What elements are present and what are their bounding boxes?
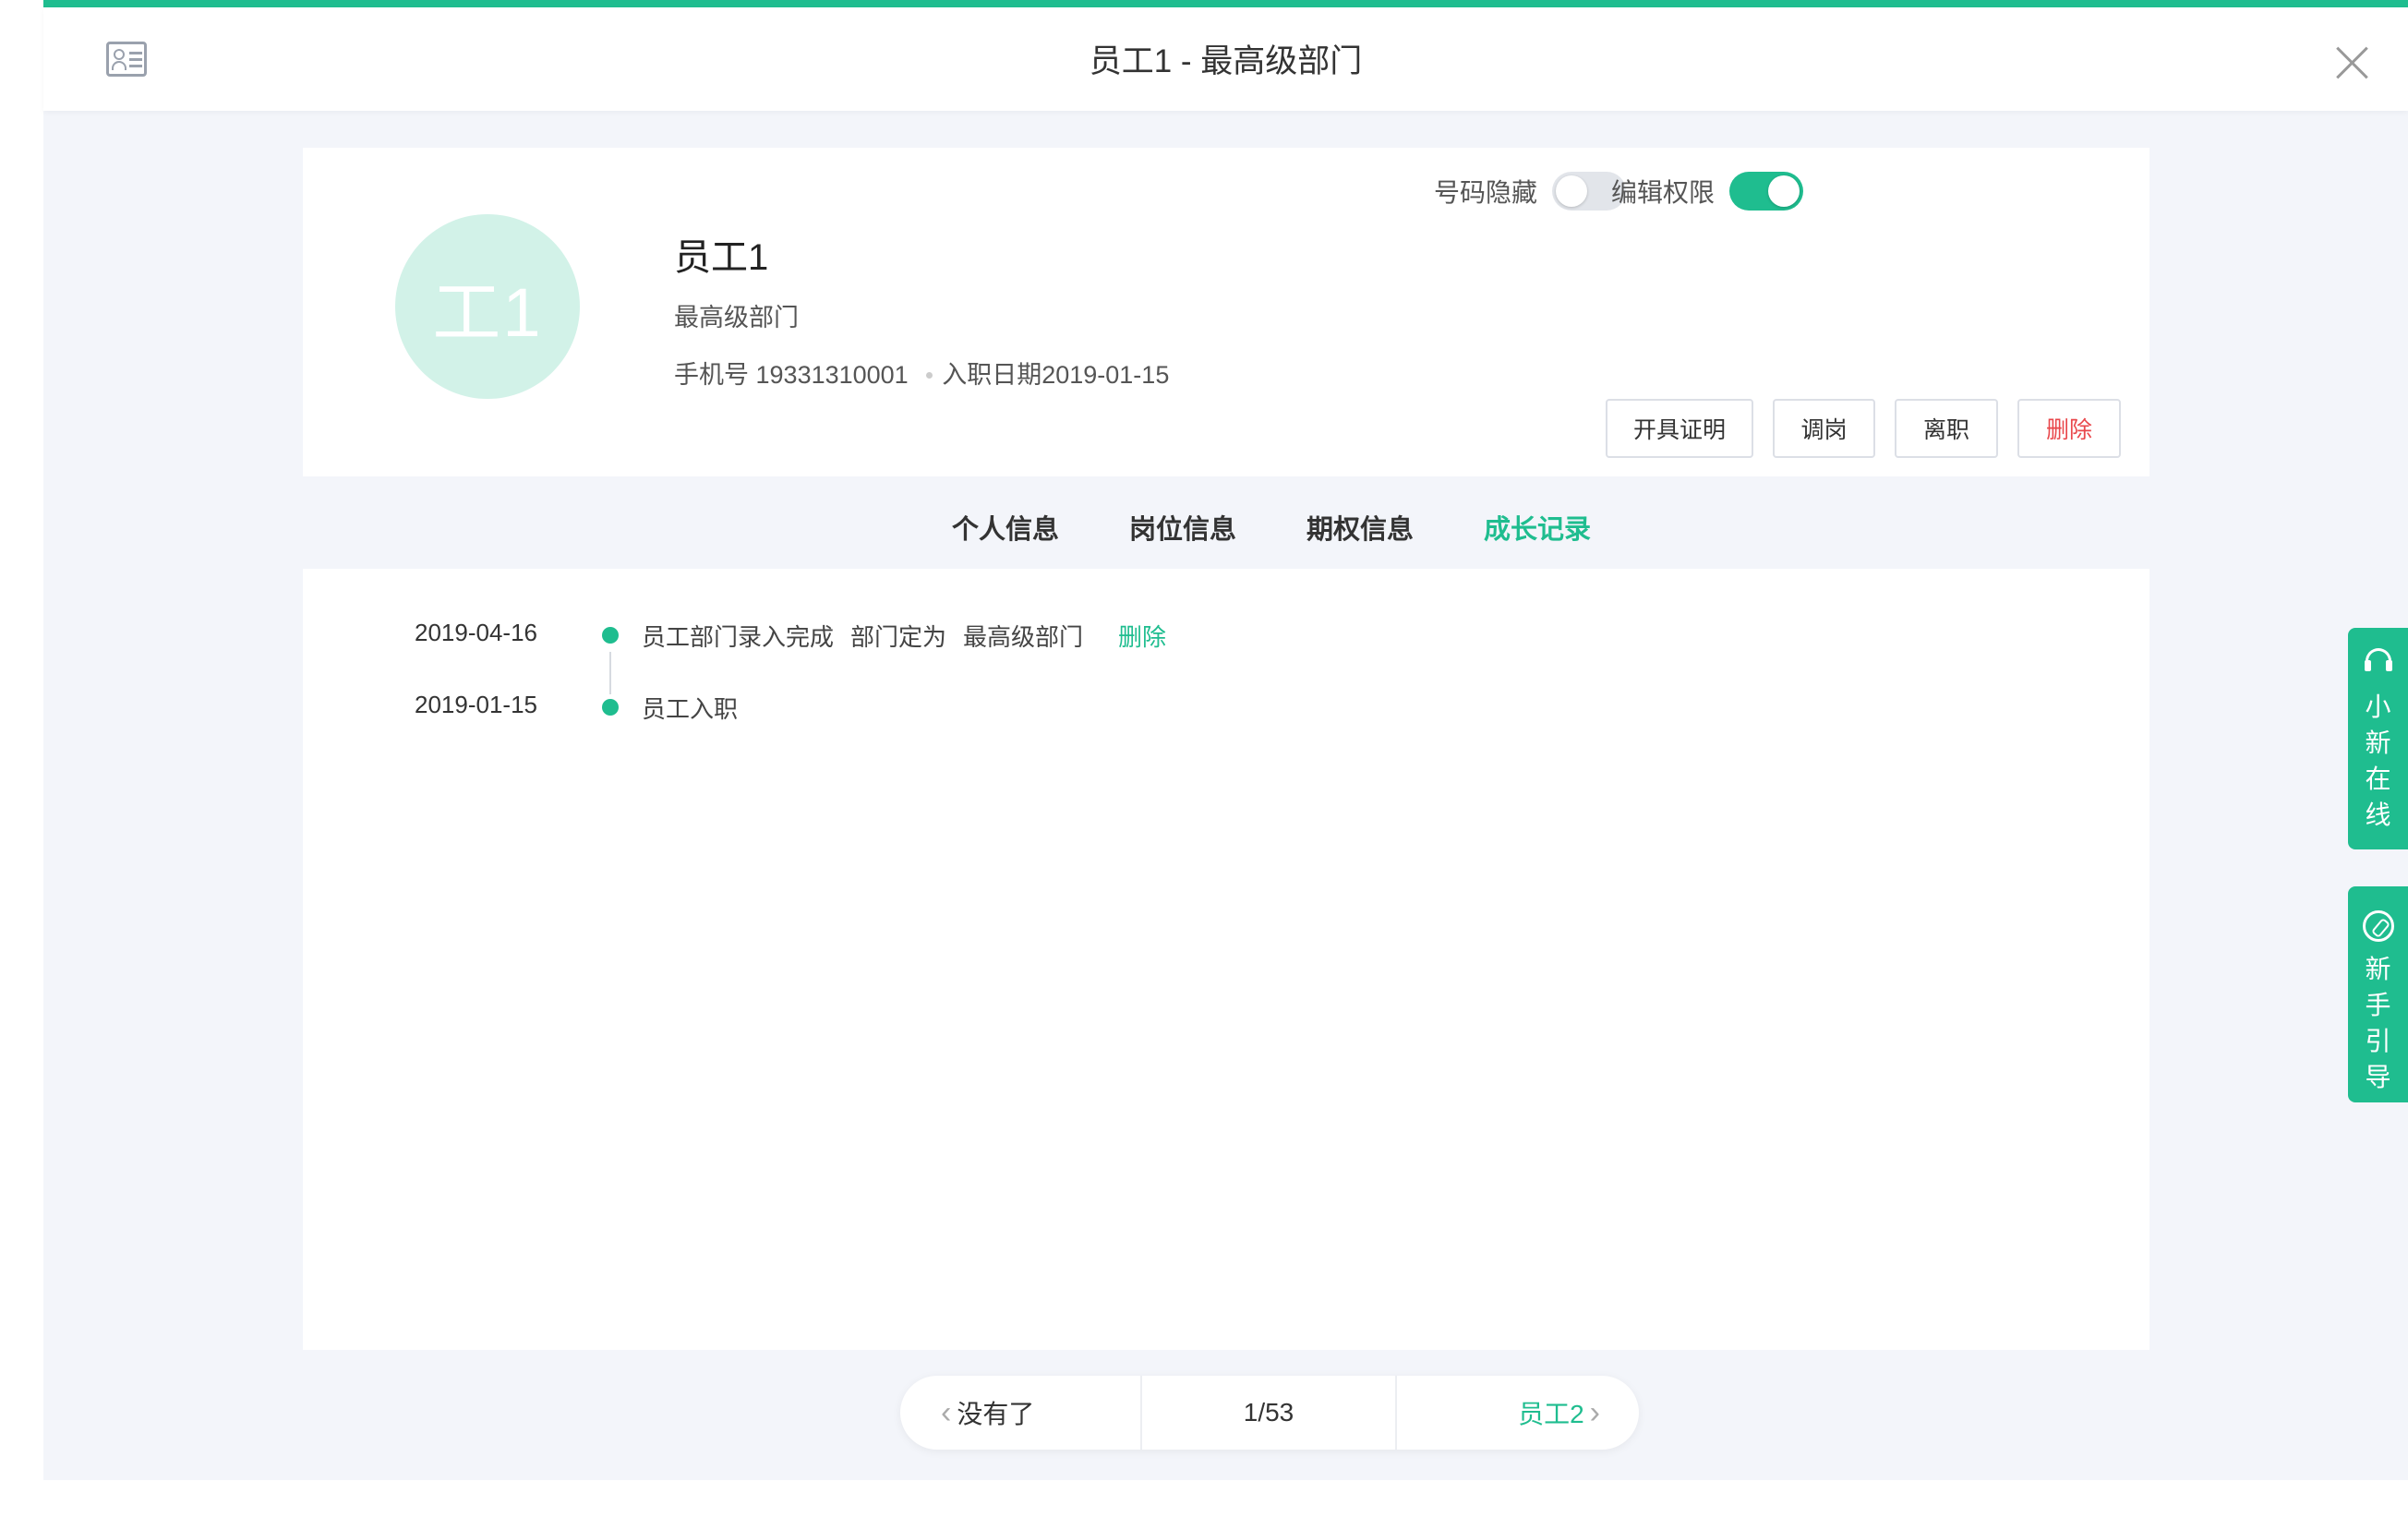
timeline-field: 部门定为 (850, 623, 947, 651)
tab-position-info[interactable]: 岗位信息 (1129, 508, 1236, 547)
pager-next-button[interactable]: 员工2 › (1397, 1376, 1639, 1450)
headset-icon (2364, 648, 2393, 678)
pager-position: 1/53 (1140, 1376, 1397, 1450)
edit-permission-switch[interactable] (1729, 172, 1804, 211)
timeline-date: 2019-04-16 (415, 619, 537, 646)
employee-department: 最高级部门 (674, 304, 799, 331)
hide-number-label: 号码隐藏 (1434, 178, 1538, 207)
beginner-guide-label: 新手引导 (2365, 955, 2391, 1091)
issue-certificate-button[interactable]: 开具证明 (1606, 399, 1753, 458)
timeline-value: 最高级部门 (963, 623, 1084, 651)
chevron-right-icon: › (1589, 1394, 1600, 1430)
delete-employee-button[interactable]: 删除 (2017, 399, 2121, 458)
phone-label: 手机号 (674, 361, 749, 389)
detail-tabs: 个人信息 岗位信息 期权信息 成长记录 (303, 476, 2149, 569)
top-accent-bar (43, 0, 2408, 7)
employee-contact: 手机号 19331310001 入职日期2019-01-15 (674, 355, 1169, 391)
edit-permission-toggle-group-inner: 编辑权限 (1611, 172, 1804, 211)
employee-name: 员工1 (674, 237, 769, 278)
timeline-item: 2019-04-16 员工部门录入完成 部门定为 最高级部门 删除 (303, 615, 2149, 694)
profile-card: 工1 员工1 最高级部门 手机号 19331310001 入职日期2019-01… (303, 148, 2149, 476)
tab-personal-info[interactable]: 个人信息 (952, 508, 1059, 547)
compass-icon (2362, 910, 2394, 942)
tab-growth-record[interactable]: 成长记录 (1484, 508, 1591, 547)
hide-number-toggle-group: 号码隐藏 (1434, 172, 1627, 211)
separator-dot (926, 372, 933, 379)
edit-permission-label: 编辑权限 (1611, 178, 1716, 207)
page-title: 员工1 - 最高级部门 (1089, 43, 1363, 79)
timeline-text: 员工部门录入完成 部门定为 最高级部门 删除 (642, 619, 1183, 653)
employee-pager: ‹ 没有了 1/53 员工2 › (900, 1376, 1639, 1450)
join-date: 2019-01-15 (1041, 361, 1170, 389)
timeline-dot (602, 699, 619, 716)
online-support-label: 小新在线 (2365, 692, 2391, 829)
timeline-item: 2019-01-15 员工入职 (303, 687, 2149, 724)
join-date-label: 入职日期 (942, 361, 1042, 389)
growth-record-content: 2019-04-16 员工部门录入完成 部门定为 最高级部门 删除 2019-01-1… (303, 569, 2149, 1350)
employee-detail-panel: 员工1 - 最高级部门 工1 员工1 最高级部门 手机号 19331310001… (43, 0, 2408, 1480)
tab-option-info[interactable]: 期权信息 (1306, 508, 1414, 547)
panel-header: 员工1 - 最高级部门 (43, 7, 2408, 111)
timeline-event: 员工部门录入完成 (642, 623, 835, 651)
transfer-button[interactable]: 调岗 (1773, 399, 1875, 458)
timeline-dot (602, 627, 619, 644)
timeline-delete-link[interactable]: 删除 (1118, 623, 1166, 651)
pager-prev-label: 没有了 (957, 1400, 1035, 1428)
online-support-tab[interactable]: 小新在线 (2348, 628, 2408, 849)
timeline-text: 员工入职 (642, 691, 754, 725)
close-icon[interactable] (2334, 44, 2371, 81)
resign-button[interactable]: 离职 (1895, 399, 1998, 458)
avatar: 工1 (395, 214, 580, 399)
timeline-event: 员工入职 (642, 695, 739, 723)
pager-next-label: 员工2 (1518, 1400, 1584, 1428)
beginner-guide-tab[interactable]: 新手引导 (2348, 886, 2408, 1102)
timeline-date: 2019-01-15 (415, 691, 537, 718)
pager-prev-button[interactable]: ‹ 没有了 (900, 1376, 1140, 1450)
phone-number: 19331310001 (755, 361, 909, 389)
chevron-left-icon: ‹ (941, 1394, 952, 1430)
